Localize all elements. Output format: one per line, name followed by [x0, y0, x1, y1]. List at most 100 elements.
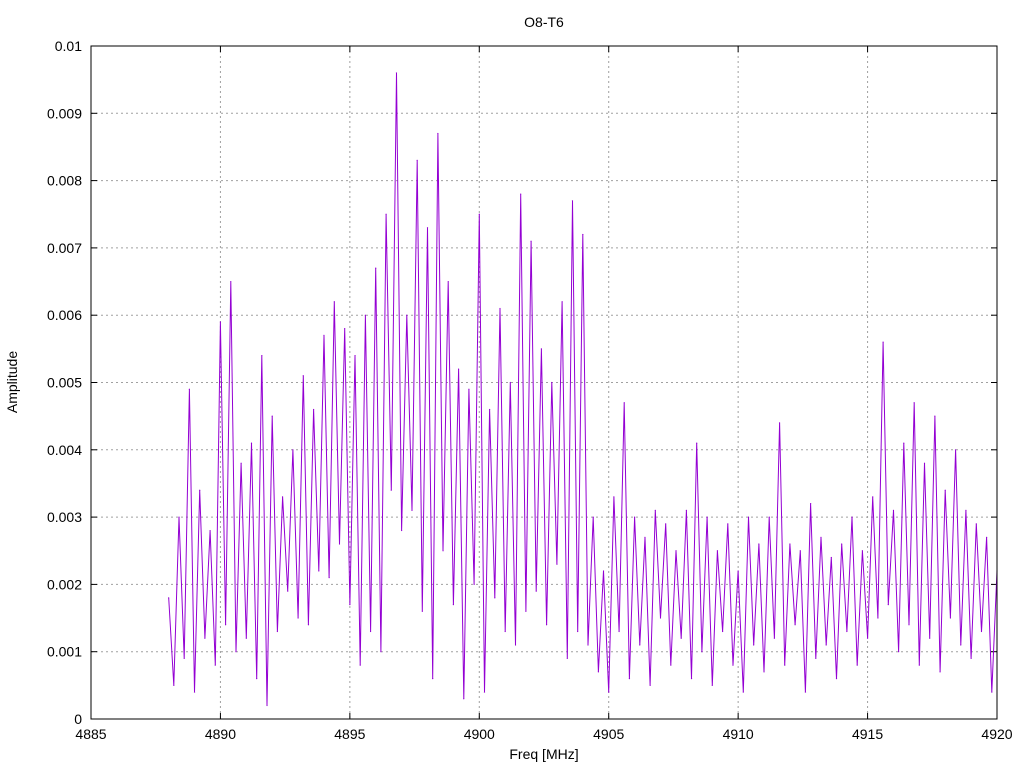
data-point: [727, 523, 729, 525]
x-tick-label: 4910: [723, 726, 754, 742]
data-point: [820, 536, 822, 538]
y-tick-label: 0.009: [47, 105, 82, 121]
data-point: [892, 509, 895, 511]
data-point: [193, 691, 196, 693]
data-point: [385, 213, 387, 215]
data-point: [530, 240, 532, 242]
data-point: [276, 630, 278, 633]
data-point: [168, 597, 170, 599]
data-point: [628, 678, 631, 680]
data-point: [328, 577, 330, 579]
data-point: [587, 644, 589, 646]
data-point: [545, 624, 548, 626]
y-tick-label: 0.002: [47, 576, 82, 592]
data-point: [292, 449, 294, 451]
data-point: [468, 388, 470, 390]
data-point: [794, 624, 796, 626]
data-point: [975, 523, 977, 525]
data-point: [214, 664, 216, 666]
data-point: [634, 516, 636, 518]
data-point: [846, 630, 848, 633]
data-point: [375, 267, 377, 269]
data-point: [856, 664, 858, 666]
data-point: [582, 233, 584, 236]
data-point: [685, 509, 687, 511]
data-point: [463, 698, 465, 700]
y-tick-label: 0.004: [47, 442, 82, 458]
series-line: [168, 72, 998, 706]
data-point: [613, 496, 615, 498]
data-point: [188, 388, 190, 390]
data-point: [411, 509, 413, 511]
data-point: [406, 314, 408, 316]
data-point: [364, 314, 366, 316]
data-point: [649, 684, 651, 686]
data-point: [747, 516, 750, 518]
data-point: [240, 462, 242, 464]
data-point: [426, 227, 429, 229]
chart-title: O8-T6: [524, 14, 564, 30]
data-point: [494, 597, 496, 599]
data-point: [680, 637, 682, 639]
y-tick-label: 0.001: [47, 644, 82, 660]
data-point: [701, 651, 703, 653]
data-point: [313, 408, 315, 411]
data-point: [991, 691, 993, 693]
data-point: [390, 489, 392, 491]
data-point: [535, 590, 537, 592]
data-point: [887, 603, 889, 606]
data-point: [556, 563, 558, 565]
data-point: [753, 644, 755, 646]
y-tick-label: 0.003: [47, 509, 82, 525]
data-point: [561, 301, 563, 303]
data-point: [986, 536, 988, 538]
data-point: [810, 503, 812, 505]
data-point: [970, 657, 972, 660]
data-point: [333, 301, 335, 303]
y-tick-label: 0.005: [47, 375, 82, 391]
data-point: [841, 543, 843, 545]
data-point: [344, 328, 346, 330]
data-point: [608, 691, 610, 693]
data-point: [835, 678, 838, 680]
data-point: [908, 624, 910, 626]
data-point: [815, 657, 817, 660]
data-point: [944, 489, 946, 491]
data-point: [882, 341, 884, 343]
data-point: [219, 321, 222, 323]
data-point: [960, 644, 962, 646]
data-point: [929, 637, 931, 639]
x-axis-label: Freq [MHz]: [509, 746, 578, 762]
data-point: [437, 132, 439, 135]
data-point: [939, 671, 941, 673]
data-point: [696, 442, 698, 444]
data-point: [245, 637, 247, 639]
data-point: [690, 678, 693, 680]
x-tick-label: 4895: [334, 726, 365, 742]
data-point: [670, 664, 672, 666]
data-point: [452, 603, 454, 606]
data-point: [281, 496, 284, 498]
data-point: [432, 678, 434, 680]
data-point: [659, 617, 662, 619]
y-tick-label: 0.006: [47, 307, 82, 323]
data-point: [473, 583, 475, 586]
data-point: [665, 523, 667, 525]
data-point: [323, 334, 325, 336]
data-point: [732, 664, 734, 666]
data-point: [711, 684, 713, 686]
data-point: [359, 664, 361, 666]
data-point: [297, 617, 299, 619]
data-point: [271, 415, 273, 417]
data-point: [256, 678, 258, 680]
data-point: [742, 691, 744, 693]
x-tick-label: 4900: [464, 726, 495, 742]
data-point: [349, 603, 351, 606]
data-point: [230, 280, 232, 283]
x-tick-label: 4915: [852, 726, 883, 742]
data-point: [354, 354, 356, 357]
chart: 4885 4890 4895 4900 4905 4910 4915 4920 0 0.001 0.…: [4, 14, 1013, 762]
data-point: [380, 651, 382, 653]
data-point: [225, 624, 227, 626]
y-axis-label: Amplitude: [4, 351, 20, 413]
